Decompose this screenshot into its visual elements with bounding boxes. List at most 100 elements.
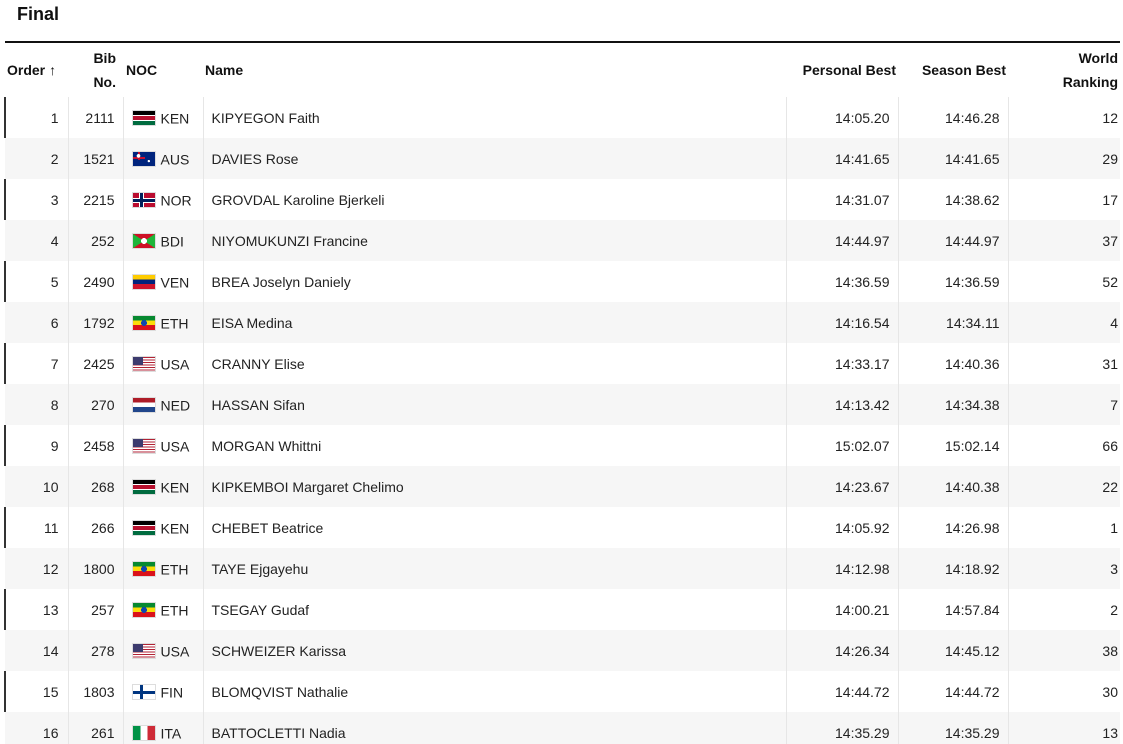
order-cell: 2: [50, 150, 59, 167]
noc-cell: KEN: [122, 466, 203, 507]
table-row: 3 2215 NOR GROVDAL Karoline Bjerkeli 14:31.0…: [4, 179, 1120, 220]
bib-cell: 252: [67, 220, 123, 261]
table-row: 15 1803 FIN BLOMQVIST Nathalie 14:44.72 14:44…: [4, 671, 1120, 712]
table-row: 2 1521 AUS DAVIES Rose 14:41.65 14:41.65 29: [5, 138, 1120, 179]
table-row: 11 266 KEN CHEBET Beatrice 14:05.92 14:26.98 1: [4, 507, 1120, 548]
season-best-cell: 14:44.97: [897, 220, 1008, 261]
noc-code: BDI: [160, 233, 184, 250]
noc-cell: NED: [122, 384, 203, 425]
finland-flag-icon: [131, 684, 156, 701]
world-ranking-cell: 31: [1007, 343, 1120, 384]
table-row: 9 2458 USA MORGAN Whittni 15:02.07 15:02.14 66: [4, 425, 1120, 466]
season-best-cell: 14:45.12: [897, 630, 1008, 671]
sort-ascending-icon[interactable]: ↑: [49, 58, 56, 82]
noc-cell: KEN: [122, 507, 203, 548]
world-ranking-cell: 29: [1007, 138, 1120, 179]
world-ranking-cell: 66: [1007, 425, 1120, 466]
world-ranking-cell: 7: [1007, 384, 1120, 425]
noc-code: AUS: [160, 151, 190, 168]
bib-cell: 1803: [67, 671, 123, 712]
order-cell: 6: [50, 314, 59, 331]
personal-best-cell: 14:16.54: [785, 302, 898, 343]
table-row: 4 252 BDI NIYOMUKUNZI Francine 14:44.97 14:44…: [5, 220, 1120, 261]
order-cell: 11: [4, 507, 68, 548]
noc-cell: ETH: [122, 548, 203, 589]
athlete-name-cell: MORGAN Whittni: [202, 425, 786, 466]
personal-best-cell: 14:31.07: [785, 179, 898, 220]
noc-code: KEN: [160, 520, 190, 537]
athlete-name-cell: EISA Medina: [202, 302, 786, 343]
season-best-cell: 14:34.11: [897, 302, 1008, 343]
world-ranking-column-header: World Ranking: [1008, 41, 1120, 97]
personal-best-cell: 14:36.59: [785, 261, 898, 302]
noc-cell: USA: [122, 343, 203, 384]
personal-best-cell: 14:00.21: [785, 589, 898, 630]
kenya-flag-icon: [131, 520, 156, 537]
athlete-name-cell: BREA Joselyn Daniely: [202, 261, 786, 302]
athlete-name-cell: HASSAN Sifan: [202, 384, 786, 425]
season-best-cell: 14:41.65: [897, 138, 1008, 179]
usa-flag-icon: [131, 356, 156, 373]
noc-code: ETH: [160, 315, 189, 332]
order-cell: 10: [42, 478, 59, 495]
noc-code: NED: [160, 397, 191, 414]
ethiopia-flag-icon: [131, 561, 156, 578]
norway-flag-icon: [131, 192, 156, 209]
bib-cell: 1792: [67, 302, 123, 343]
bib-header-line2: No.: [93, 74, 116, 90]
usa-flag-icon: [131, 643, 156, 660]
noc-code: ETH: [160, 561, 189, 578]
table-row: 16 261 ITA BATTOCLETTI Nadia 14:35.29 14:35.2…: [5, 712, 1120, 744]
noc-cell: USA: [122, 425, 203, 466]
athlete-name-cell: NIYOMUKUNZI Francine: [202, 220, 786, 261]
bib-header-line1: Bib: [93, 50, 116, 66]
table-row: 10 268 KEN KIPKEMBOI Margaret Chelimo 14:23.…: [5, 466, 1120, 507]
season-best-cell: 14:34.38: [897, 384, 1008, 425]
bib-cell: 2458: [67, 425, 123, 466]
world-ranking-header-line1: World: [1078, 50, 1118, 66]
season-best-cell: 14:40.36: [897, 343, 1008, 384]
noc-cell: ETH: [122, 302, 203, 343]
table-row: 12 1800 ETH TAYE Ejgayehu 14:12.98 14:18.92 3: [5, 548, 1120, 589]
world-ranking-cell: 4: [1007, 302, 1120, 343]
order-column-header[interactable]: Order ↑: [5, 41, 68, 97]
world-ranking-cell: 1: [1007, 507, 1120, 548]
order-cell: 5: [4, 261, 68, 302]
noc-code: FIN: [160, 684, 184, 701]
athlete-name-cell: TSEGAY Gudaf: [202, 589, 786, 630]
bib-cell: 2425: [67, 343, 123, 384]
season-best-cell: 14:26.98: [897, 507, 1008, 548]
order-header-label: Order: [7, 62, 46, 78]
noc-cell: FIN: [122, 671, 203, 712]
bib-cell: 266: [67, 507, 123, 548]
athlete-name-cell: TAYE Ejgayehu: [202, 548, 786, 589]
personal-best-cell: 14:44.72: [785, 671, 898, 712]
order-cell: 3: [4, 179, 68, 220]
noc-column-header: NOC: [123, 41, 203, 97]
bib-cell: 261: [67, 712, 123, 744]
order-cell: 7: [4, 343, 68, 384]
ethiopia-flag-icon: [131, 315, 156, 332]
season-best-cell: 15:02.14: [897, 425, 1008, 466]
bib-cell: 2215: [67, 179, 123, 220]
table-row: 6 1792 ETH EISA Medina 14:16.54 14:34.11 4: [5, 302, 1120, 343]
noc-cell: ETH: [122, 589, 203, 630]
order-cell: 12: [42, 560, 59, 577]
table-row: 14 278 USA SCHWEIZER Karissa 14:26.34 14:45.1…: [5, 630, 1120, 671]
personal-best-cell: 14:41.65: [785, 138, 898, 179]
order-cell: 14: [42, 642, 59, 659]
italy-flag-icon: [131, 725, 156, 742]
world-ranking-header-line2: Ranking: [1062, 74, 1118, 90]
noc-code: VEN: [160, 274, 190, 291]
noc-cell: NOR: [122, 179, 203, 220]
order-cell: 9: [4, 425, 68, 466]
season-best-cell: 14:44.72: [897, 671, 1008, 712]
section-title: Final: [17, 4, 60, 24]
world-ranking-cell: 3: [1007, 548, 1120, 589]
kenya-flag-icon: [131, 110, 156, 127]
bib-cell: 257: [67, 589, 123, 630]
order-cell: 1: [4, 97, 68, 138]
table-row: 13 257 ETH TSEGAY Gudaf 14:00.21 14:57.84 2: [4, 589, 1120, 630]
season-best-cell: 14:57.84: [897, 589, 1008, 630]
bib-cell: 1800: [67, 548, 123, 589]
